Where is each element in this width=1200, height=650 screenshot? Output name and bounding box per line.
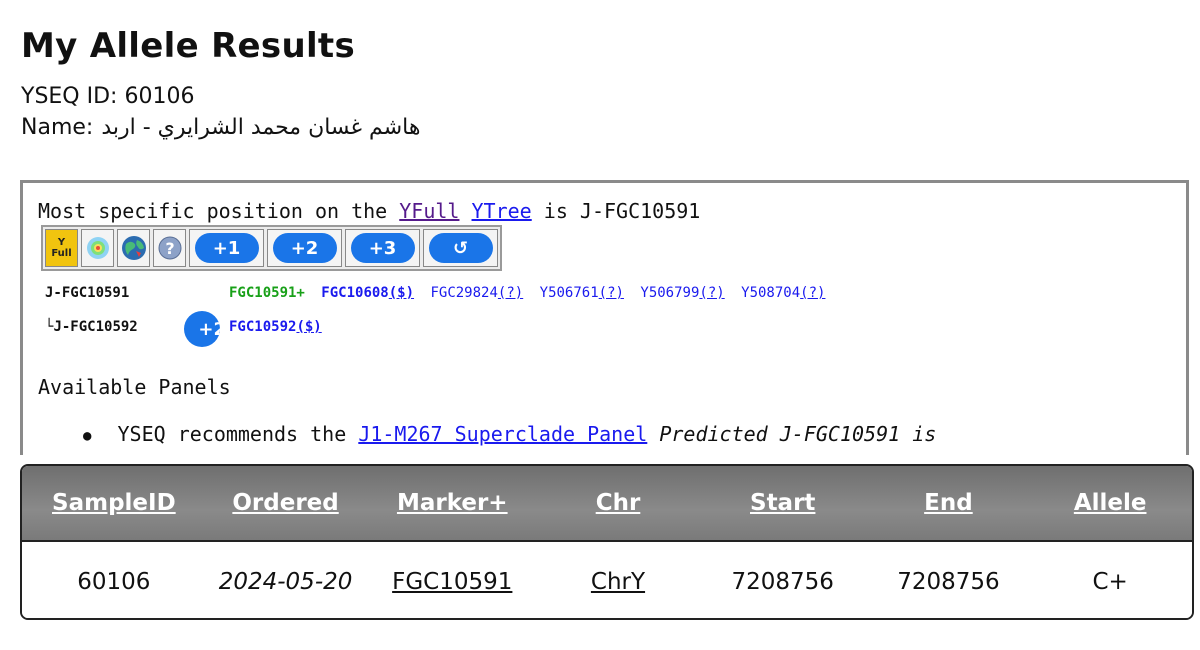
yseq-id-line: YSEQ ID: 60106 — [21, 84, 194, 109]
help-icon-glyph: ? — [165, 239, 174, 258]
snp-y506799[interactable]: Y506799(?) — [640, 285, 724, 301]
clade-label-1: J-FGC10591 — [45, 285, 130, 301]
snp-fgc10592-label: FGC10592 — [229, 319, 297, 335]
snp-fgc29824-label: FGC29824 — [430, 285, 498, 301]
expand-plus-1-wrap: +1 — [189, 229, 264, 267]
expand-plus-1-button[interactable]: +1 — [194, 233, 259, 263]
snp-y508704-label: Y508704 — [741, 285, 801, 301]
clade-2-name: J-FGC10592 — [53, 319, 138, 335]
yseq-id-label: YSEQ ID: — [21, 84, 118, 109]
snp-fgc10592-order[interactable]: ($) — [296, 319, 321, 335]
expand-plus-3-wrap: +3 — [345, 229, 420, 267]
cell-allele: C+ — [1092, 569, 1128, 595]
panel-recommendation: ● YSEQ recommends the J1-M267 Superclade… — [83, 422, 936, 446]
yfull-icon-top: Y — [57, 237, 66, 248]
cell-chr-link[interactable]: ChrY — [539, 569, 697, 595]
col-start[interactable]: Start — [697, 490, 869, 516]
snp-fgc10591: FGC10591+ — [229, 285, 305, 301]
bullet-icon: ● — [83, 427, 92, 444]
name-label: Name: — [21, 115, 94, 140]
ytree-link[interactable]: YTree — [472, 199, 532, 223]
clade-2-snps: FGC10592($) — [229, 319, 330, 335]
snp-fgc10608-order[interactable]: ($) — [389, 285, 414, 301]
cell-marker-link[interactable]: FGC10591 — [365, 569, 539, 595]
col-allele[interactable]: Allele — [1028, 490, 1192, 516]
panel-recommend-prefix: YSEQ recommends the — [117, 422, 347, 446]
snp-y506761[interactable]: Y506761(?) — [540, 285, 624, 301]
col-sampleid[interactable]: SampleID — [22, 490, 206, 516]
snp-y506761-help[interactable]: (?) — [599, 285, 624, 301]
clade-2-expand-label: +2 — [198, 318, 220, 340]
help-icon[interactable]: ? — [153, 229, 186, 267]
panel-predicted: Predicted J-FGC10591 is — [659, 422, 937, 446]
most-specific-prefix: Most specific position on the — [38, 199, 388, 223]
table-header: SampleID Ordered Marker+ Chr Start End A… — [22, 466, 1192, 542]
expand-plus-2-button[interactable]: +2 — [272, 233, 337, 263]
col-chr[interactable]: Chr — [539, 490, 697, 516]
clade-label-2: └J-FGC10592 — [45, 319, 138, 335]
cell-end: 7208756 — [897, 569, 1000, 595]
name-line: Name: هاشم غسان محمد الشرايري - اربد — [21, 115, 420, 140]
yfull-icon-bottom: Full — [51, 248, 72, 259]
snp-y506761-label: Y506761 — [539, 285, 599, 301]
cell-sampleid: 60106 — [77, 569, 151, 595]
is-text: is — [543, 199, 568, 223]
position-value: J-FGC10591 — [579, 199, 701, 223]
heatmap-icon[interactable] — [81, 229, 114, 267]
clade-1-snps: FGC10591+ FGC10608($) FGC29824(?) Y50676… — [229, 285, 833, 301]
yfull-link[interactable]: YFull — [399, 199, 459, 223]
snp-fgc29824[interactable]: FGC29824(?) — [430, 285, 523, 301]
ytree-panel: Most specific position on the YFull YTre… — [20, 180, 1189, 455]
allele-results-table: SampleID Ordered Marker+ Chr Start End A… — [20, 464, 1194, 620]
snp-y508704-help[interactable]: (?) — [800, 285, 825, 301]
tree-toolbar: Y Full ? +1 +2 +3 ↺ — [41, 225, 502, 271]
snp-fgc10592[interactable]: FGC10592($) — [229, 319, 322, 335]
cell-ordered: 2024-05-20 — [218, 569, 353, 595]
reset-wrap: ↺ — [423, 229, 498, 267]
table-row: 60106 2024-05-20 FGC10591 ChrY 7208756 7… — [22, 542, 1192, 618]
snp-fgc10608-label: FGC10608 — [321, 285, 389, 301]
globe-icon[interactable] — [117, 229, 150, 267]
clade-2-expand-button[interactable]: +2 — [184, 311, 220, 347]
expand-plus-2-wrap: +2 — [267, 229, 342, 267]
snp-y506799-help[interactable]: (?) — [699, 285, 724, 301]
snp-y508704[interactable]: Y508704(?) — [741, 285, 825, 301]
yfull-icon[interactable]: Y Full — [45, 229, 78, 267]
page-title: My Allele Results — [21, 26, 355, 66]
most-specific-position: Most specific position on the YFull YTre… — [38, 199, 700, 223]
snp-fgc10608[interactable]: FGC10608($) — [321, 285, 414, 301]
col-marker[interactable]: Marker+ — [365, 490, 539, 516]
snp-fgc29824-help[interactable]: (?) — [498, 285, 523, 301]
panel-link[interactable]: J1-M267 Superclade Panel — [358, 422, 647, 446]
expand-plus-3-button[interactable]: +3 — [350, 233, 415, 263]
col-end[interactable]: End — [869, 490, 1029, 516]
col-ordered[interactable]: Ordered — [206, 490, 366, 516]
reset-button[interactable]: ↺ — [428, 233, 493, 263]
cell-start: 7208756 — [731, 569, 834, 595]
available-panels-heading: Available Panels — [38, 375, 231, 399]
name-value: هاشم غسان محمد الشرايري - اربد — [101, 115, 421, 140]
snp-y506799-label: Y506799 — [640, 285, 700, 301]
yseq-id-value: 60106 — [124, 84, 195, 109]
